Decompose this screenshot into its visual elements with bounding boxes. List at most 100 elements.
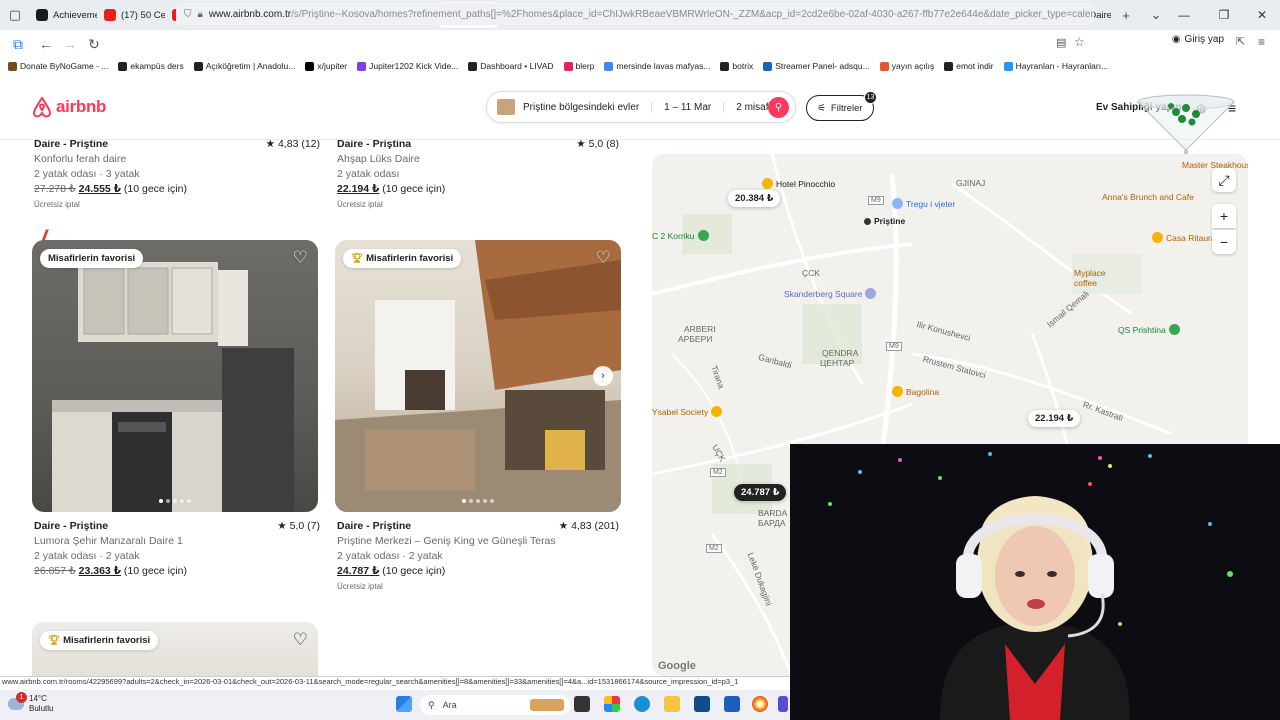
map-poi[interactable]: Anna's Brunch and Cafe bbox=[1102, 192, 1194, 202]
bookmark-label: Streamer Panel- adsqu... bbox=[775, 61, 870, 71]
bookmark-item[interactable]: ekampüs ders bbox=[118, 61, 184, 71]
expand-map-icon[interactable]: ⤢ bbox=[1212, 168, 1236, 192]
bookmark-item[interactable]: mersinde lavas mafyas... bbox=[604, 61, 710, 71]
search-bar[interactable]: Priştine bölgesindeki evler 1 – 11 Mar 2… bbox=[486, 91, 796, 123]
account-icon: ◉ bbox=[1171, 34, 1181, 45]
map-price-pin-selected[interactable]: 24.787 ₺ bbox=[734, 484, 787, 501]
map-city-name: Priştine bbox=[874, 216, 906, 226]
map-poi-label: Ysabel Society bbox=[652, 406, 709, 417]
bookmark-item[interactable]: yayın açılış bbox=[879, 61, 934, 71]
heart-icon[interactable]: ♡ bbox=[596, 248, 611, 268]
back-arrow-icon[interactable]: ← bbox=[34, 36, 58, 52]
map-price-pin[interactable]: 22.194 ₺ bbox=[1028, 410, 1081, 427]
maximize-icon[interactable]: ❐ bbox=[1204, 0, 1244, 30]
listing-rating: 4,83 (12) bbox=[277, 140, 320, 150]
browser-tab[interactable]: Achieveme bbox=[30, 2, 97, 28]
new-tab-button[interactable]: + bbox=[1111, 0, 1141, 30]
map-poi[interactable]: Tregu i vjeter bbox=[892, 198, 955, 209]
zoom-in-button[interactable]: + bbox=[1212, 204, 1236, 228]
listing-rooms: 2 yatak odası · 2 yatak bbox=[337, 550, 443, 562]
guest-favorite-badge: Misafirlerin favorisi bbox=[40, 249, 144, 268]
listing-type: Daire - Priştine bbox=[34, 140, 109, 150]
bookmark-label: Jupiter1202 Kick Vide... bbox=[369, 61, 459, 71]
bookmark-item[interactable]: Açıköğretim | Anadolu... bbox=[193, 61, 295, 71]
minimize-icon[interactable]: — bbox=[1164, 0, 1204, 30]
bookmark-item[interactable]: Hayranlan - Hayranları... bbox=[1003, 61, 1109, 71]
listing-price[interactable]: 23.363 ₺ bbox=[79, 565, 121, 577]
url-field[interactable]: ⛉ 🔒︎ www.airbnb.com.tr/s/Priştine--Kosov… bbox=[176, 3, 1094, 25]
heart-icon[interactable]: ♡ bbox=[293, 630, 308, 650]
listing-price[interactable]: 24.787 ₺ bbox=[337, 565, 379, 577]
map-poi[interactable]: Bagolina bbox=[892, 386, 939, 397]
listing-photo[interactable]: Misafirlerin favorisi ♡ bbox=[32, 240, 318, 512]
house-icon bbox=[497, 99, 515, 115]
task-view-icon[interactable] bbox=[574, 696, 590, 712]
app-icon[interactable] bbox=[778, 696, 788, 712]
firefox-icon[interactable] bbox=[752, 696, 768, 712]
search-location[interactable]: Priştine bölgesindeki evler bbox=[515, 101, 653, 113]
bookmark-favicon-icon bbox=[1003, 61, 1013, 71]
browser-tab[interactable]: (17) 50 Ce bbox=[98, 2, 165, 28]
store-icon[interactable] bbox=[694, 696, 710, 712]
listing-card[interactable]: Daire - Priştine ★ 5,0 (7) Lumora Şehir M… bbox=[34, 519, 320, 579]
extensions-icon[interactable]: ⇱ bbox=[1236, 35, 1245, 48]
map-price-pin[interactable]: 20.384 ₺ bbox=[728, 190, 781, 207]
bookmark-item[interactable]: Jupiter1202 Kick Vide... bbox=[357, 61, 458, 71]
map-poi[interactable]: Myplace coffee bbox=[1074, 268, 1114, 288]
listing-price[interactable]: 22.194 ₺ bbox=[337, 183, 379, 195]
bookmark-item[interactable]: x/jupiter bbox=[305, 61, 347, 71]
bookmark-item[interactable]: Dashboard • LIVAD bbox=[468, 61, 554, 71]
close-window-icon[interactable]: ✕ bbox=[1242, 0, 1280, 30]
map-poi[interactable]: QS Prishtina bbox=[1118, 324, 1180, 335]
map-poi-label: Tregu i vjeter bbox=[906, 198, 956, 209]
bookmark-item[interactable]: Streamer Panel- adsqu... bbox=[763, 61, 870, 71]
bookmark-item[interactable]: blerp bbox=[563, 61, 594, 71]
search-dates[interactable]: 1 – 11 Mar bbox=[652, 101, 725, 113]
reload-icon[interactable]: ↻ bbox=[82, 36, 106, 53]
taskbar-search[interactable]: ⚲ Ara bbox=[420, 695, 570, 715]
filters-label: Filtreler bbox=[830, 102, 863, 114]
link-preview-status: www.airbnb.com.tr/rooms/42295699?adults=… bbox=[0, 676, 790, 690]
listing-price[interactable]: 24.555 ₺ bbox=[79, 183, 121, 195]
address-bar: ⧉ ← → ↻ bbox=[0, 30, 1280, 58]
listing-photo[interactable]: 🏆︎ Misafirlerin favorisi ♡ bbox=[32, 622, 318, 676]
listing-cancel-policy: Ücretsiz iptal bbox=[34, 200, 80, 209]
map-area-label: АРБЕРИ bbox=[678, 334, 713, 344]
bookmark-label: Hayranlan - Hayranları... bbox=[1015, 61, 1109, 71]
bookmark-favicon-icon bbox=[563, 61, 573, 71]
taskbar-search-label: Ara bbox=[442, 700, 457, 710]
map-poi[interactable]: C 2 Korriku bbox=[652, 230, 709, 241]
bookmark-item[interactable]: emot indir bbox=[944, 61, 994, 71]
listing-card[interactable]: Daire - Priştine ★ 4,83 (201) Priştine Me… bbox=[337, 519, 619, 594]
collections-icon[interactable]: ⧉ bbox=[6, 36, 30, 53]
map-poi[interactable]: Hotel Pinocchio bbox=[762, 178, 835, 189]
bookmark-star-icon[interactable]: ☆ bbox=[1074, 35, 1085, 49]
browser-menu-icon[interactable]: ≡ bbox=[1258, 35, 1265, 49]
forward-arrow-icon[interactable]: → bbox=[58, 36, 82, 52]
reader-view-icon[interactable]: ▤ bbox=[1056, 36, 1066, 49]
next-photo-arrow-icon[interactable]: › bbox=[593, 366, 613, 386]
zoom-out-button[interactable]: − bbox=[1212, 230, 1236, 254]
filters-button[interactable]: ⚟ Filtreler 13 bbox=[806, 91, 877, 121]
listing-card[interactable]: Daire - Priştine ★ 4,83 (12) Konforlu fer… bbox=[34, 140, 320, 212]
search-icon[interactable]: ⚲ bbox=[768, 97, 789, 118]
listing-card[interactable]: Daire - Priştina ★ 5,0 (8) Ahşap Lüks Dai… bbox=[337, 140, 619, 212]
tab-list-icon[interactable]: ▢ bbox=[0, 0, 30, 30]
app-icon[interactable] bbox=[724, 696, 740, 712]
browser-login-button[interactable]: ◉ Giriş yap bbox=[1172, 34, 1224, 45]
airbnb-logo[interactable]: airbnb bbox=[32, 96, 106, 118]
listings-panel: Daire - Priştine ★ 4,83 (12) Konforlu fer… bbox=[0, 140, 640, 676]
heart-icon[interactable]: ♡ bbox=[293, 248, 308, 268]
bookmark-label: emot indir bbox=[956, 61, 994, 71]
edge-browser-icon[interactable] bbox=[634, 696, 650, 712]
bookmark-item[interactable]: botrix bbox=[720, 61, 753, 71]
map-poi[interactable]: Ysabel Society bbox=[652, 406, 723, 417]
file-explorer-icon[interactable] bbox=[664, 696, 680, 712]
url-domain: www.airbnb.com.tr bbox=[208, 8, 292, 20]
windows-start-icon[interactable] bbox=[396, 696, 412, 712]
listing-photo[interactable]: 🏆︎ Misafirlerin favorisi ♡ › bbox=[335, 240, 621, 512]
copilot-icon[interactable] bbox=[604, 696, 620, 712]
map-poi[interactable]: Skanderberg Square bbox=[784, 288, 877, 299]
weather-widget[interactable]: 1 14°C Bulutlu bbox=[8, 692, 53, 714]
bookmark-item[interactable]: Donate ByNoGame - ... bbox=[8, 61, 108, 71]
